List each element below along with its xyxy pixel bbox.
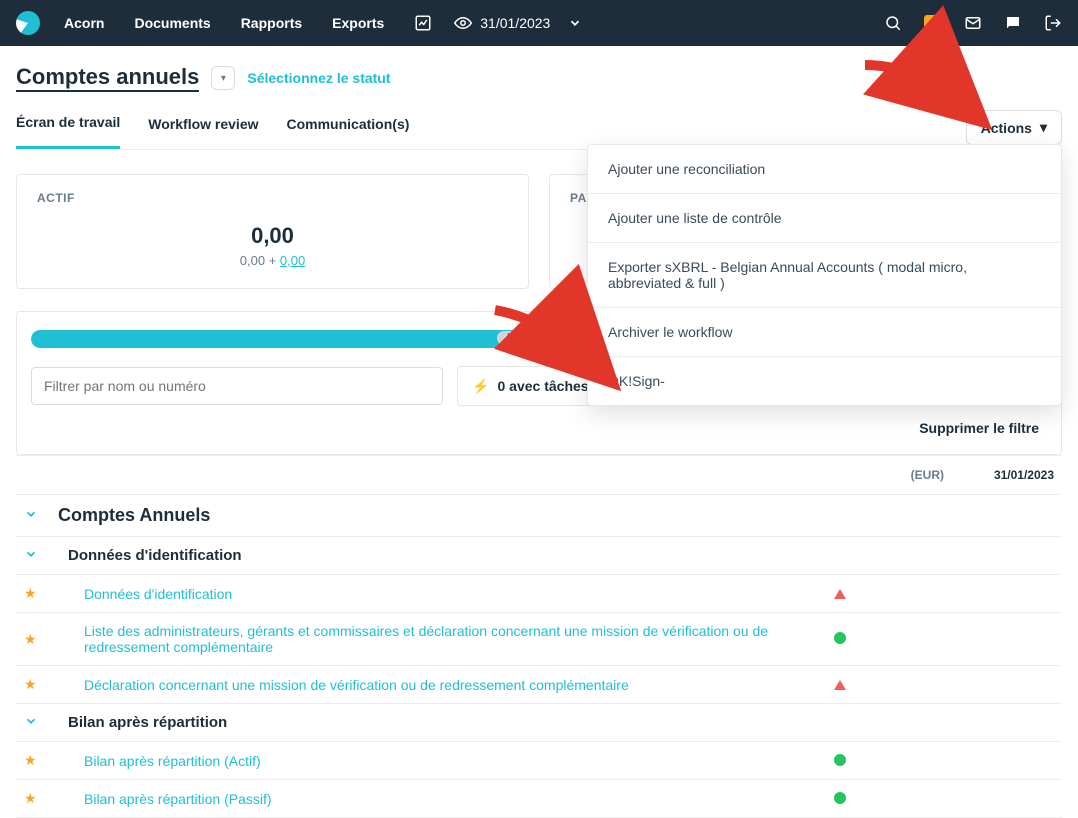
table-row: Bilan après répartition <box>16 704 1062 742</box>
row-toggle[interactable] <box>24 507 48 524</box>
row-heading: Comptes Annuels <box>58 505 824 526</box>
table-row: ★ Données d'identification <box>16 575 1062 613</box>
action-add-checklist[interactable]: Ajouter une liste de contrôle <box>588 194 1061 243</box>
actions-dropdown: Ajouter une reconciliation Ajouter une l… <box>587 144 1062 406</box>
nav-rapports[interactable]: Rapports <box>241 15 302 31</box>
action-archive-workflow[interactable]: Archiver le workflow <box>588 308 1061 357</box>
filter-input[interactable] <box>31 367 443 405</box>
table-row: ★ Déclaration concernant une mission de v… <box>16 666 1062 704</box>
row-toggle[interactable] <box>24 714 48 731</box>
circle-ok-icon <box>834 754 846 766</box>
chat-icon[interactable] <box>1004 14 1022 32</box>
mail-icon[interactable] <box>964 14 982 32</box>
card-actif-value: 0,00 <box>37 223 508 249</box>
circle-ok-icon <box>834 792 846 804</box>
row-link[interactable]: Déclaration concernant une mission de vé… <box>58 677 824 693</box>
row-status <box>834 586 934 602</box>
col-currency: (EUR) <box>844 468 944 482</box>
row-star[interactable]: ★ <box>24 676 48 693</box>
accounts-table: (EUR) 31/01/2023 Comptes Annuels Données … <box>16 455 1062 818</box>
chevron-down-icon[interactable] <box>568 16 582 30</box>
table-row: Données d'identification <box>16 537 1062 575</box>
row-status <box>834 631 934 647</box>
table-row: ★ Liste des administrateurs, gérants et c… <box>16 613 1062 666</box>
app-logo-icon[interactable] <box>16 11 40 35</box>
title-bar: Comptes annuels ▾ Sélectionnez le statut <box>16 64 1062 92</box>
nav-view-date[interactable]: 31/01/2023 <box>454 14 550 32</box>
row-star[interactable]: ★ <box>24 585 48 602</box>
row-star[interactable]: ★ <box>24 631 48 648</box>
action-add-reconciliation[interactable]: Ajouter une reconciliation <box>588 145 1061 194</box>
search-icon[interactable] <box>884 14 902 32</box>
circle-ok-icon <box>834 632 846 644</box>
card-actif-sub: 0,00 + 0,00 <box>37 253 508 268</box>
card-actif: ACTIF 0,00 0,00 + 0,00 <box>16 174 529 289</box>
nav-company[interactable]: Acorn <box>64 15 104 31</box>
row-link[interactable]: Données d'identification <box>58 586 824 602</box>
actions-button[interactable]: Actions ▾ <box>966 110 1062 145</box>
logout-icon[interactable] <box>1044 14 1062 32</box>
triangle-warning-icon <box>834 680 846 690</box>
card-actif-label: ACTIF <box>37 191 508 205</box>
row-status <box>834 753 934 769</box>
page-title: Comptes annuels <box>16 64 199 92</box>
actions-label: Actions <box>981 120 1032 136</box>
row-status <box>834 791 934 807</box>
row-star[interactable]: ★ <box>24 752 48 769</box>
tab-communications[interactable]: Communication(s) <box>287 116 410 148</box>
top-nav: Acorn Documents Rapports Exports 31/01/2… <box>0 0 1078 46</box>
row-status <box>834 677 934 693</box>
action-oksign[interactable]: OK!Sign- <box>588 357 1061 405</box>
caret-down-icon: ▾ <box>1040 119 1047 136</box>
row-link[interactable]: Liste des administrateurs, gérants et co… <box>58 623 824 655</box>
triangle-warning-icon <box>834 589 846 599</box>
col-date: 31/01/2023 <box>944 468 1054 482</box>
card-actif-link[interactable]: 0,00 <box>280 253 305 268</box>
progress-fill <box>31 330 539 348</box>
table-row: ★ Bilan après répartition (Actif) <box>16 742 1062 780</box>
table-header: (EUR) 31/01/2023 <box>16 455 1062 495</box>
clear-filter-link[interactable]: Supprimer le filtre <box>919 420 1047 436</box>
select-status-link[interactable]: Sélectionnez le statut <box>247 70 390 86</box>
nav-documents[interactable]: Documents <box>134 15 210 31</box>
bolt-icon: ⚡ <box>472 378 489 395</box>
row-link[interactable]: Bilan après répartition (Passif) <box>58 791 824 807</box>
row-toggle[interactable] <box>24 547 48 564</box>
row-link[interactable]: Bilan après répartition (Actif) <box>58 753 824 769</box>
progress-label: 50% <box>497 331 539 345</box>
title-settings-button[interactable]: ▾ <box>211 66 235 90</box>
row-heading: Bilan après répartition <box>58 714 824 731</box>
table-row: ★ Bilan après répartition (Passif) <box>16 780 1062 818</box>
st-badge[interactable]: st <box>924 15 942 31</box>
row-star[interactable]: ★ <box>24 790 48 807</box>
row-heading: Données d'identification <box>58 547 824 564</box>
tab-workscreen[interactable]: Écran de travail <box>16 114 120 149</box>
nav-date-label: 31/01/2023 <box>480 15 550 31</box>
table-row: Comptes Annuels <box>16 495 1062 537</box>
chip-tasks[interactable]: ⚡0 avec tâches <box>458 367 604 405</box>
chart-icon[interactable] <box>414 14 432 32</box>
action-export-sxbrl[interactable]: Exporter sXBRL - Belgian Annual Accounts… <box>588 243 1061 308</box>
tab-workflow-review[interactable]: Workflow review <box>148 116 258 148</box>
nav-exports[interactable]: Exports <box>332 15 384 31</box>
